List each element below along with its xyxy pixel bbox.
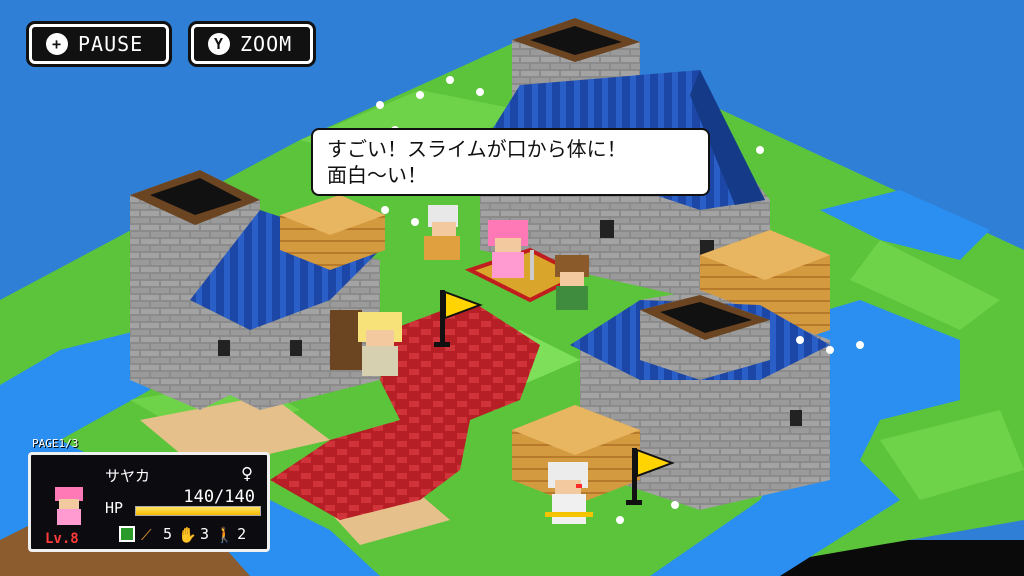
- stat-value-staff: 5: [163, 525, 173, 543]
- hp-label: HP: [105, 499, 124, 517]
- character-portrait: [55, 487, 83, 525]
- dialogue-line-2: 面白〜い！: [327, 163, 427, 187]
- y-button-icon: Y: [208, 33, 230, 55]
- level-badge: Lv.8: [45, 531, 79, 547]
- stat-value-hand: 3: [200, 525, 210, 543]
- dialogue-bubble[interactable]: すごい！スライムが口から体に！ 面白〜い！: [313, 130, 708, 194]
- hp-bar: [135, 506, 261, 516]
- zoom-label: ZOOM: [240, 32, 293, 56]
- stat-row: ⟋ 5 ✋ 3 🚶 2: [119, 525, 247, 544]
- character-name: サヤカ: [105, 467, 151, 485]
- hp-bar-fill: [136, 507, 260, 515]
- pause-label: PAUSE: [78, 32, 144, 56]
- shield-icon: [119, 526, 135, 542]
- character-status-panel[interactable]: サヤカ ♀ 140/140 HP Lv.8 ⟋ 5 ✋ 3 🚶 2: [28, 452, 270, 552]
- zoom-button[interactable]: Y ZOOM: [191, 24, 313, 64]
- walk-icon: 🚶: [215, 526, 234, 544]
- plus-icon: +: [46, 33, 68, 55]
- staff-icon: ⟋: [141, 526, 152, 544]
- character-boy[interactable]: [555, 255, 589, 310]
- page-indicator: PAGE1/3: [32, 437, 79, 450]
- hp-value: 140/140: [183, 487, 255, 507]
- pause-button[interactable]: + PAUSE: [29, 24, 169, 64]
- stat-value-walk: 2: [237, 525, 247, 543]
- hand-icon: ✋: [178, 526, 197, 544]
- female-icon: ♀: [240, 461, 253, 485]
- dialogue-line-1: すごい！スライムが口から体に！: [327, 137, 627, 161]
